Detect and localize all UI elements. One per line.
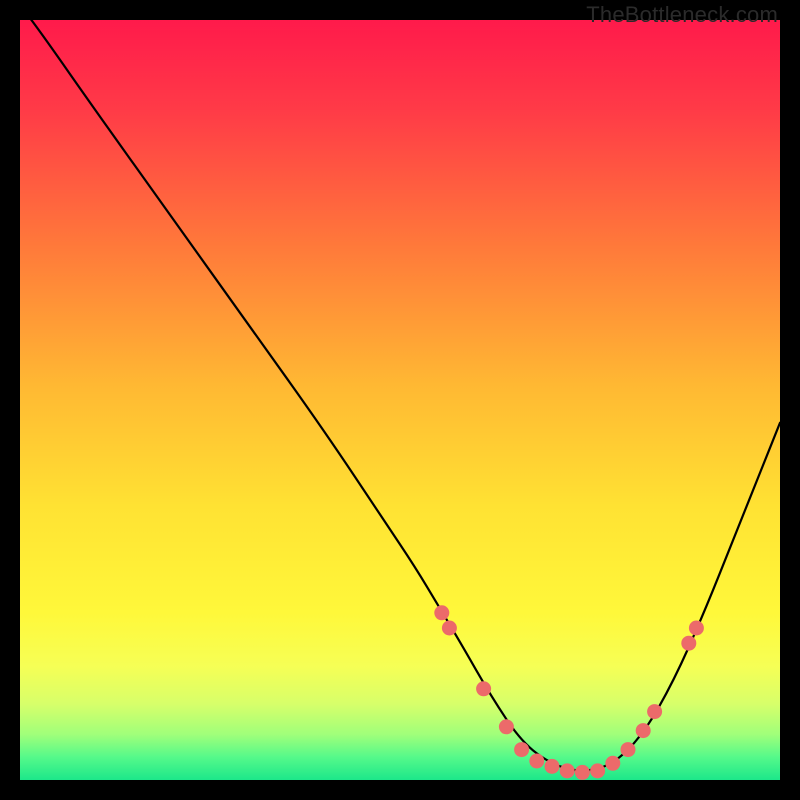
highlight-dot	[476, 681, 491, 696]
chart-background	[20, 20, 780, 780]
highlight-dot	[621, 742, 636, 757]
highlight-dot	[636, 723, 651, 738]
highlight-dot	[529, 754, 544, 769]
chart-frame	[20, 20, 780, 780]
highlight-dot	[681, 636, 696, 651]
highlight-dot	[590, 763, 605, 778]
highlight-dot	[434, 605, 449, 620]
highlight-dot	[647, 704, 662, 719]
highlight-dot	[514, 742, 529, 757]
highlight-dot	[442, 621, 457, 636]
highlight-dot	[499, 719, 514, 734]
highlight-dot	[545, 759, 560, 774]
highlight-dot	[605, 756, 620, 771]
highlight-dot	[560, 763, 575, 778]
bottleneck-chart	[20, 20, 780, 780]
highlight-dot	[575, 765, 590, 780]
highlight-dot	[689, 621, 704, 636]
watermark-text: TheBottleneck.com	[586, 2, 778, 28]
